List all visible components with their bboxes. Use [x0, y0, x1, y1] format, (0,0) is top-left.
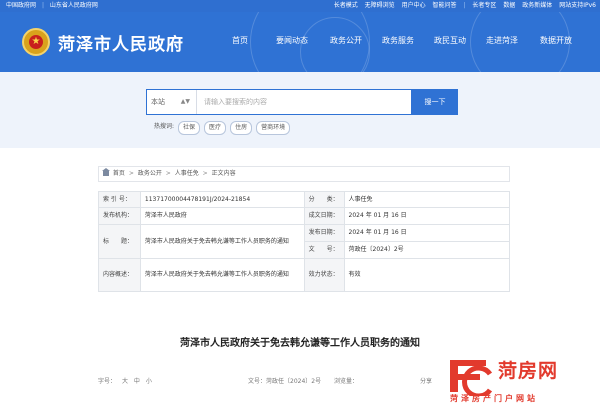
search-scope-select[interactable]: 本站 ▲▼ [147, 90, 197, 114]
search-box: 本站 ▲▼ [146, 89, 412, 115]
watermark-logo: 菏房网 菏泽房产门户网站 [446, 356, 600, 404]
search-input[interactable] [198, 90, 410, 114]
meta-row: 内容概述： 菏泽市人民政府关于免去韩允谦等工作人员职务的通知 效力状态： 有效 [98, 258, 511, 292]
top-links-left: 中国政府网 | 山东省人民政府网 [6, 0, 102, 12]
hot-keywords-label: 热搜词: [154, 123, 175, 130]
breadcrumb-home[interactable]: 首页 [113, 170, 125, 177]
breadcrumb-separator: > [165, 170, 171, 177]
site-header: ★ 菏泽市人民政府 首页 要闻动态 政务公开 政务服务 政民互动 走进菏泽 数据… [0, 12, 600, 72]
meta-published-date: 2024 年 01 月 16 日 [343, 224, 511, 242]
link-elder-zone[interactable]: 长者专区 [472, 2, 496, 9]
link-shandong-gov[interactable]: 山东省人民政府网 [50, 2, 98, 9]
search-button[interactable]: 搜一下 [412, 89, 458, 115]
watermark-tagline: 菏泽房产门户网站 [450, 394, 538, 403]
link-user-center[interactable]: 用户中心 [402, 2, 426, 9]
breadcrumb-gov-affairs[interactable]: 政务公开 [138, 170, 162, 177]
link-smart-qa[interactable]: 智能问答 [433, 2, 457, 9]
fc-logo-icon [450, 360, 492, 396]
font-size-control: 字号： 大 中 小 [98, 376, 152, 388]
meta-label: 文 号： [303, 241, 345, 259]
site-title[interactable]: 菏泽市人民政府 [58, 30, 184, 55]
national-emblem-icon: ★ [22, 28, 50, 56]
hot-tag[interactable]: 营商环境 [256, 121, 291, 135]
meta-label: 发布机构： [98, 207, 141, 225]
top-bar: 中国政府网 | 山东省人民政府网 长者模式 无障碍浏览 用户中心 智能问答 | … [0, 0, 600, 12]
meta-created-date: 2024 年 01 月 16 日 [343, 207, 511, 225]
meta-label: 索 引 号： [98, 191, 141, 208]
font-size-label: 字号： [98, 378, 117, 385]
meta-summary: 菏泽市人民政府关于免去韩允谦等工作人员职务的通知 [139, 258, 305, 292]
document-title: 菏泽市人民政府关于免去韩允谦等工作人员职务的通知 [180, 338, 420, 349]
link-new-media[interactable]: 政务新媒体 [522, 2, 552, 9]
meta-row: 索 引 号： 11371700004478191J/2024-21854 分 类… [98, 191, 511, 208]
hot-tag[interactable]: 住房 [230, 121, 253, 135]
home-icon [102, 168, 110, 176]
nav-gov-affairs[interactable]: 政务公开 [330, 32, 362, 50]
hot-keywords: 热搜词: 社保 医疗 住房 营商环境 [154, 121, 294, 135]
link-elder-mode[interactable]: 长者模式 [334, 2, 358, 9]
meta-label: 成文日期： [303, 207, 345, 225]
meta-row: 标 题： 菏泽市人民政府关于免去韩允谦等工作人员职务的通知 发布日期： 2024… [98, 224, 511, 259]
font-size-large[interactable]: 大 [122, 378, 128, 385]
meta-category: 人事任免 [343, 191, 511, 208]
link-accessibility[interactable]: 无障碍浏览 [365, 2, 395, 9]
meta-label: 发布日期： [303, 224, 345, 242]
top-links-right: 长者模式 无障碍浏览 用户中心 智能问答 | 长者专区 数据 政务新媒体 网站支… [329, 0, 596, 12]
meta-doc-no: 菏政任〔2024〕2号 [343, 241, 511, 259]
hot-tag[interactable]: 医疗 [204, 121, 227, 135]
top-divider: | [41, 2, 44, 9]
hot-tag[interactable]: 社保 [178, 121, 201, 135]
breadcrumb: 首页 > 政务公开 > 人事任免 > 正文内容 [98, 166, 510, 182]
views-label: 浏览量： [334, 378, 359, 385]
link-gov-cn[interactable]: 中国政府网 [6, 2, 36, 9]
breadcrumb-current: 正文内容 [211, 170, 236, 177]
font-size-medium[interactable]: 中 [134, 378, 140, 385]
link-data[interactable]: 数据 [503, 2, 515, 9]
nav-open-data[interactable]: 数据开放 [540, 32, 572, 50]
search-scope-value: 本站 [151, 98, 165, 106]
nav-about-heze[interactable]: 走进菏泽 [486, 32, 518, 50]
meta-label: 分 类： [303, 191, 345, 208]
font-size-small[interactable]: 小 [146, 378, 152, 385]
nav-gov-services[interactable]: 政务服务 [382, 32, 414, 50]
breadcrumb-separator: > [128, 170, 134, 177]
meta-validity: 有效 [343, 258, 511, 292]
meta-label: 标 题： [98, 224, 141, 259]
breadcrumb-separator: > [202, 170, 208, 177]
top-divider: | [463, 2, 466, 9]
nav-interaction[interactable]: 政民互动 [434, 32, 466, 50]
meta-title: 菏泽市人民政府关于免去韩允谦等工作人员职务的通知 [139, 224, 305, 259]
nav-news[interactable]: 要闻动态 [276, 32, 308, 50]
search-area: 本站 ▲▼ 搜一下 热搜词: 社保 医疗 住房 营商环境 [0, 72, 600, 148]
meta-row: 发布机构： 菏泽市人民政府 成文日期： 2024 年 01 月 16 日 [98, 207, 511, 225]
meta-label: 效力状态： [303, 258, 345, 292]
toolbar-doc-no: 文号：菏政任〔2024〕2号 [248, 378, 322, 385]
breadcrumb-appointments[interactable]: 人事任免 [175, 170, 199, 177]
share-label: 分享 [420, 378, 433, 385]
watermark-brand: 菏房网 [498, 360, 559, 382]
link-ipv6[interactable]: 网站支持IPv6 [559, 2, 596, 9]
document-meta-table: 索 引 号： 11371700004478191J/2024-21854 分 类… [98, 191, 511, 292]
meta-index-no: 11371700004478191J/2024-21854 [139, 191, 305, 208]
meta-issuer: 菏泽市人民政府 [139, 207, 305, 225]
nav-home[interactable]: 首页 [232, 32, 248, 50]
chevron-updown-icon: ▲▼ [180, 98, 190, 105]
meta-label: 内容概述： [98, 258, 141, 292]
